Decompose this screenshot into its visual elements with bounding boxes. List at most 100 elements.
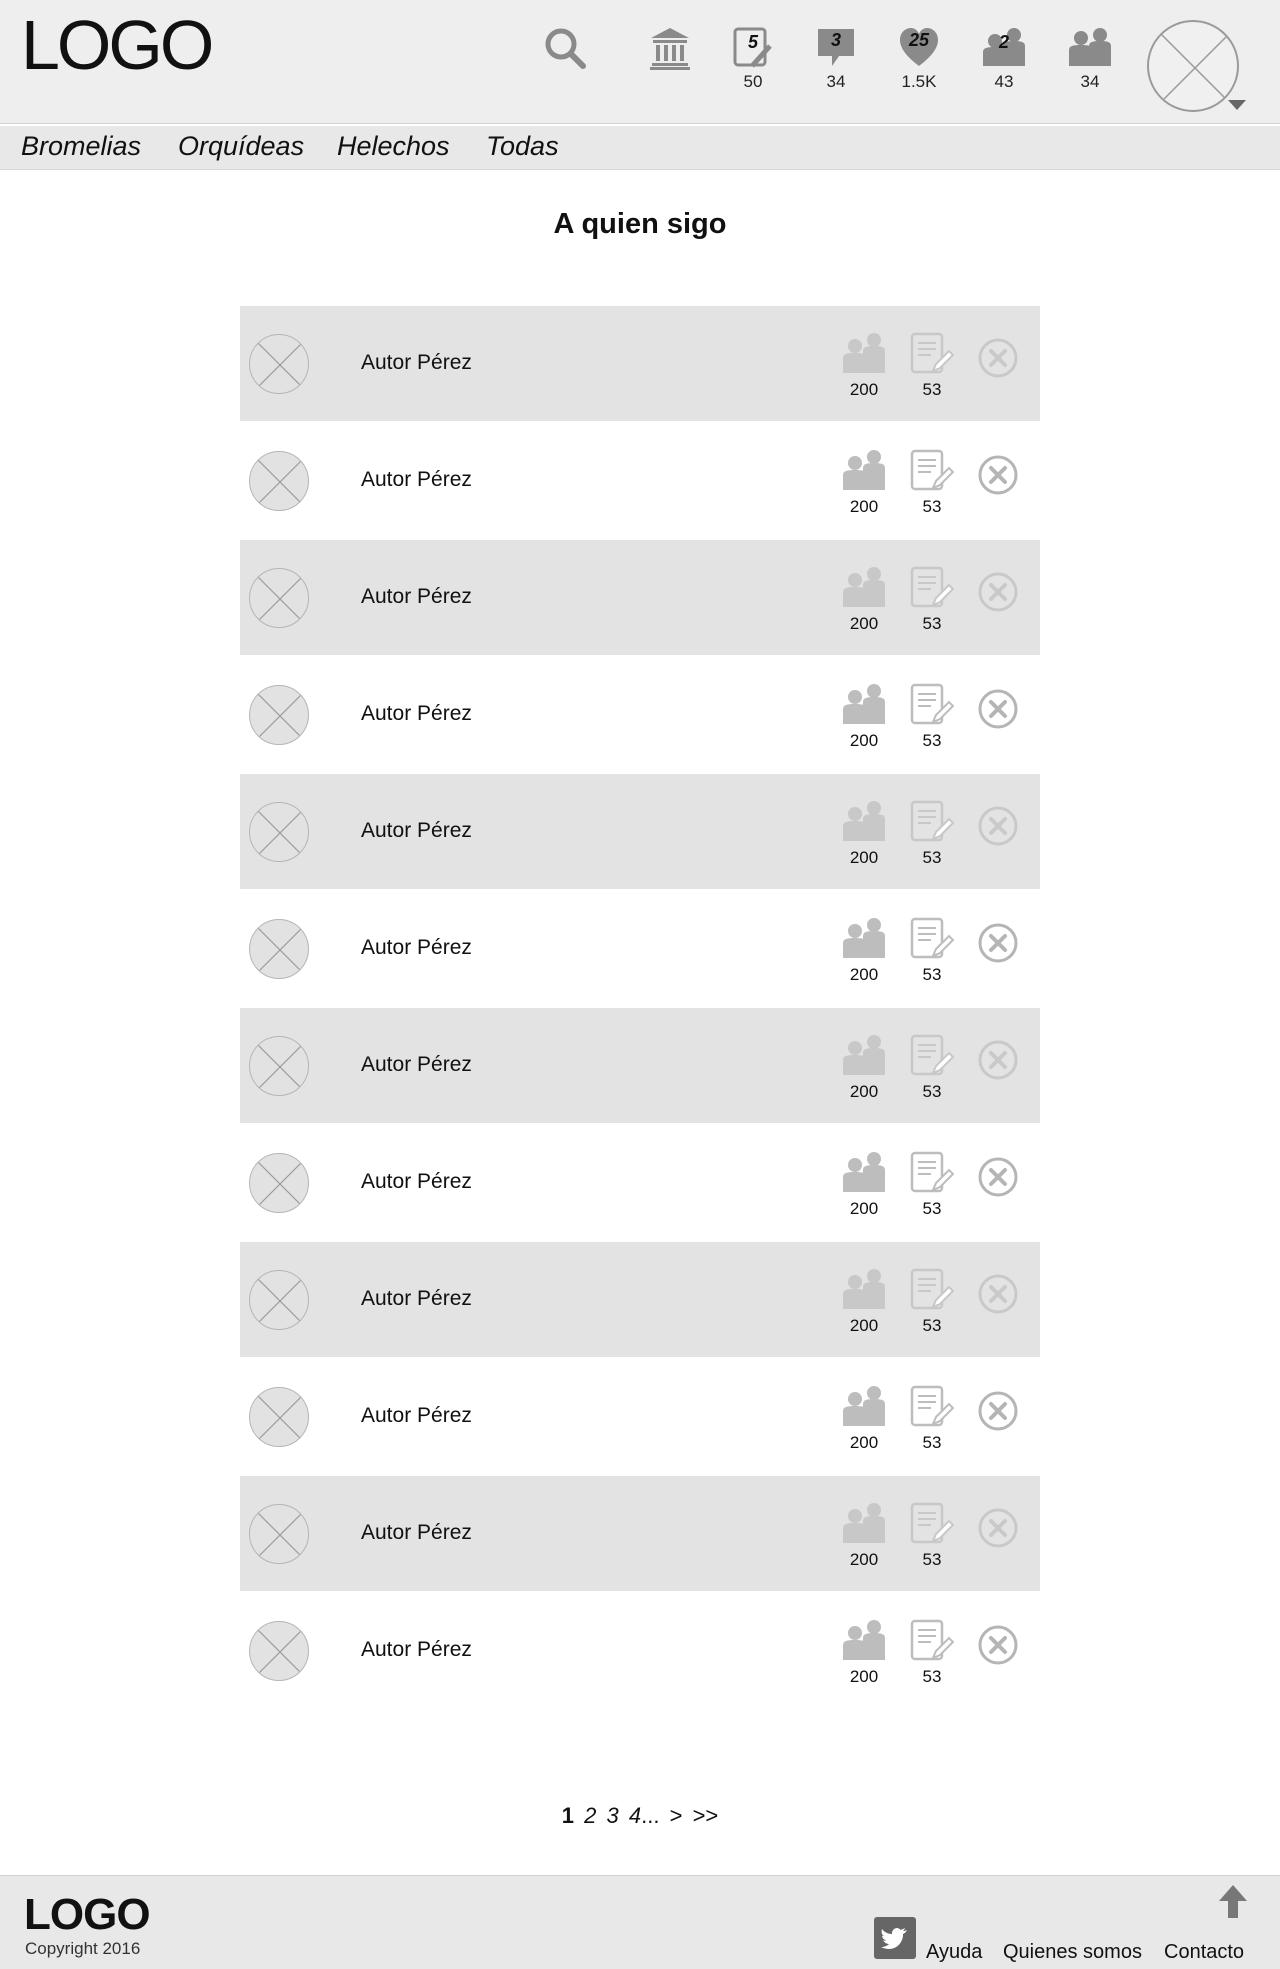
author-avatar[interactable] <box>249 334 309 394</box>
author-followers: 200 <box>839 799 889 868</box>
author-avatar[interactable] <box>249 685 309 745</box>
author-posts: 53 <box>907 1033 957 1102</box>
following-button[interactable]: 34 <box>1065 26 1115 92</box>
author-name[interactable]: Autor Pérez <box>361 702 472 726</box>
table-row[interactable]: Autor Pérez 200 53 <box>240 889 1040 1008</box>
author-name[interactable]: Autor Pérez <box>361 819 472 843</box>
unfollow-button[interactable] <box>977 1039 1019 1081</box>
table-row[interactable]: Autor Pérez 200 53 <box>240 1357 1040 1476</box>
author-name[interactable]: Autor Pérez <box>361 1521 472 1545</box>
page-1[interactable]: 1 <box>562 1803 574 1828</box>
followers-icon <box>841 333 887 381</box>
unfollow-button[interactable] <box>977 688 1019 730</box>
unfollow-button[interactable] <box>977 1156 1019 1198</box>
unfollow-button[interactable] <box>977 454 1019 496</box>
posts-icon <box>909 1619 955 1668</box>
author-name[interactable]: Autor Pérez <box>361 1053 472 1077</box>
posts-count: 53 <box>922 731 942 750</box>
author-avatar[interactable] <box>249 568 309 628</box>
posts-count: 53 <box>922 497 942 516</box>
category-nav: Bromelias Orquídeas Helechos Todas <box>0 126 1280 170</box>
close-icon <box>977 1274 1019 1319</box>
unfollow-button[interactable] <box>977 1390 1019 1432</box>
footer-logo[interactable]: LOGO <box>24 1890 151 1940</box>
unfollow-button[interactable] <box>977 571 1019 613</box>
author-name[interactable]: Autor Pérez <box>361 351 472 375</box>
posts-count: 53 <box>922 1433 942 1452</box>
author-avatar[interactable] <box>249 1153 309 1213</box>
author-avatar[interactable] <box>249 802 309 862</box>
category-helechos[interactable]: Helechos <box>337 131 450 162</box>
table-row[interactable]: Autor Pérez 200 53 <box>240 540 1040 655</box>
unfollow-button[interactable] <box>977 922 1019 964</box>
author-name[interactable]: Autor Pérez <box>361 1287 472 1311</box>
table-row[interactable]: Autor Pérez 200 53 <box>240 1242 1040 1357</box>
footer-link-ayuda[interactable]: Ayuda <box>926 1941 982 1964</box>
page-3[interactable]: 3 <box>606 1803 618 1828</box>
footer-link-contacto[interactable]: Contacto <box>1164 1941 1244 1964</box>
twitter-button[interactable] <box>874 1917 916 1959</box>
author-avatar[interactable] <box>249 1621 309 1681</box>
followers-icon <box>841 450 887 498</box>
close-icon <box>977 1508 1019 1553</box>
category-bromelias[interactable]: Bromelias <box>21 131 141 162</box>
likes-count: 1.5K <box>901 72 937 91</box>
table-row[interactable]: Autor Pérez 200 53 <box>240 421 1040 540</box>
author-avatar[interactable] <box>249 1270 309 1330</box>
messages-button[interactable]: 3 34 <box>811 26 861 92</box>
followers-icon <box>841 1503 887 1551</box>
institution-icon <box>650 28 690 70</box>
followers-button[interactable]: 2 43 <box>979 26 1029 92</box>
author-avatar[interactable] <box>249 919 309 979</box>
posts-count: 53 <box>922 1550 942 1569</box>
likes-badge: 25 <box>908 30 930 50</box>
author-followers: 200 <box>839 1267 889 1336</box>
followers-count: 200 <box>849 1667 879 1686</box>
author-avatar[interactable] <box>249 1504 309 1564</box>
author-name[interactable]: Autor Pérez <box>361 585 472 609</box>
unfollow-button[interactable] <box>977 1624 1019 1666</box>
table-row[interactable]: Autor Pérez 200 53 <box>240 1591 1040 1710</box>
page-4[interactable]: 4 <box>629 1803 641 1828</box>
avatar-placeholder-icon <box>257 1512 303 1558</box>
table-row[interactable]: Autor Pérez 200 53 <box>240 1008 1040 1123</box>
unfollow-button[interactable] <box>977 1273 1019 1315</box>
author-avatar[interactable] <box>249 1036 309 1096</box>
last-page[interactable]: >> <box>693 1803 719 1828</box>
header-logo[interactable]: LOGO <box>21 6 214 84</box>
table-row[interactable]: Autor Pérez 200 53 <box>240 1123 1040 1242</box>
unfollow-button[interactable] <box>977 805 1019 847</box>
author-followers: 200 <box>839 1384 889 1453</box>
back-to-top-icon[interactable] <box>1218 1884 1248 1920</box>
author-avatar[interactable] <box>249 1387 309 1447</box>
posts-button[interactable]: 5 50 <box>728 26 778 92</box>
author-avatar[interactable] <box>249 451 309 511</box>
search-button[interactable] <box>541 26 589 70</box>
user-avatar[interactable] <box>1147 20 1239 112</box>
unfollow-button[interactable] <box>977 337 1019 379</box>
table-row[interactable]: Autor Pérez 200 53 <box>240 306 1040 421</box>
page-2[interactable]: 2 <box>584 1803 596 1828</box>
next-page[interactable]: > <box>670 1803 683 1828</box>
table-row[interactable]: Autor Pérez 200 53 <box>240 774 1040 889</box>
institution-button[interactable] <box>648 26 692 70</box>
likes-button[interactable]: 25 1.5K <box>894 26 944 92</box>
followers-icon <box>841 684 887 732</box>
author-name[interactable]: Autor Pérez <box>361 468 472 492</box>
close-icon <box>977 338 1019 383</box>
top-header: LOGO 5 50 3 34 25 1.5K 2 43 34 <box>0 0 1280 124</box>
author-name[interactable]: Autor Pérez <box>361 1170 472 1194</box>
category-orquideas[interactable]: Orquídeas <box>178 131 304 162</box>
posts-icon <box>909 566 955 615</box>
table-row[interactable]: Autor Pérez 200 53 <box>240 1476 1040 1591</box>
avatar-placeholder-icon <box>257 1629 303 1675</box>
table-row[interactable]: Autor Pérez 200 53 <box>240 655 1040 774</box>
category-todas[interactable]: Todas <box>486 131 559 162</box>
user-menu-caret-icon[interactable] <box>1228 100 1246 110</box>
followers-count: 200 <box>849 1433 879 1452</box>
author-name[interactable]: Autor Pérez <box>361 1638 472 1662</box>
footer-link-quienes-somos[interactable]: Quienes somos <box>1003 1941 1142 1964</box>
unfollow-button[interactable] <box>977 1507 1019 1549</box>
author-name[interactable]: Autor Pérez <box>361 936 472 960</box>
author-name[interactable]: Autor Pérez <box>361 1404 472 1428</box>
